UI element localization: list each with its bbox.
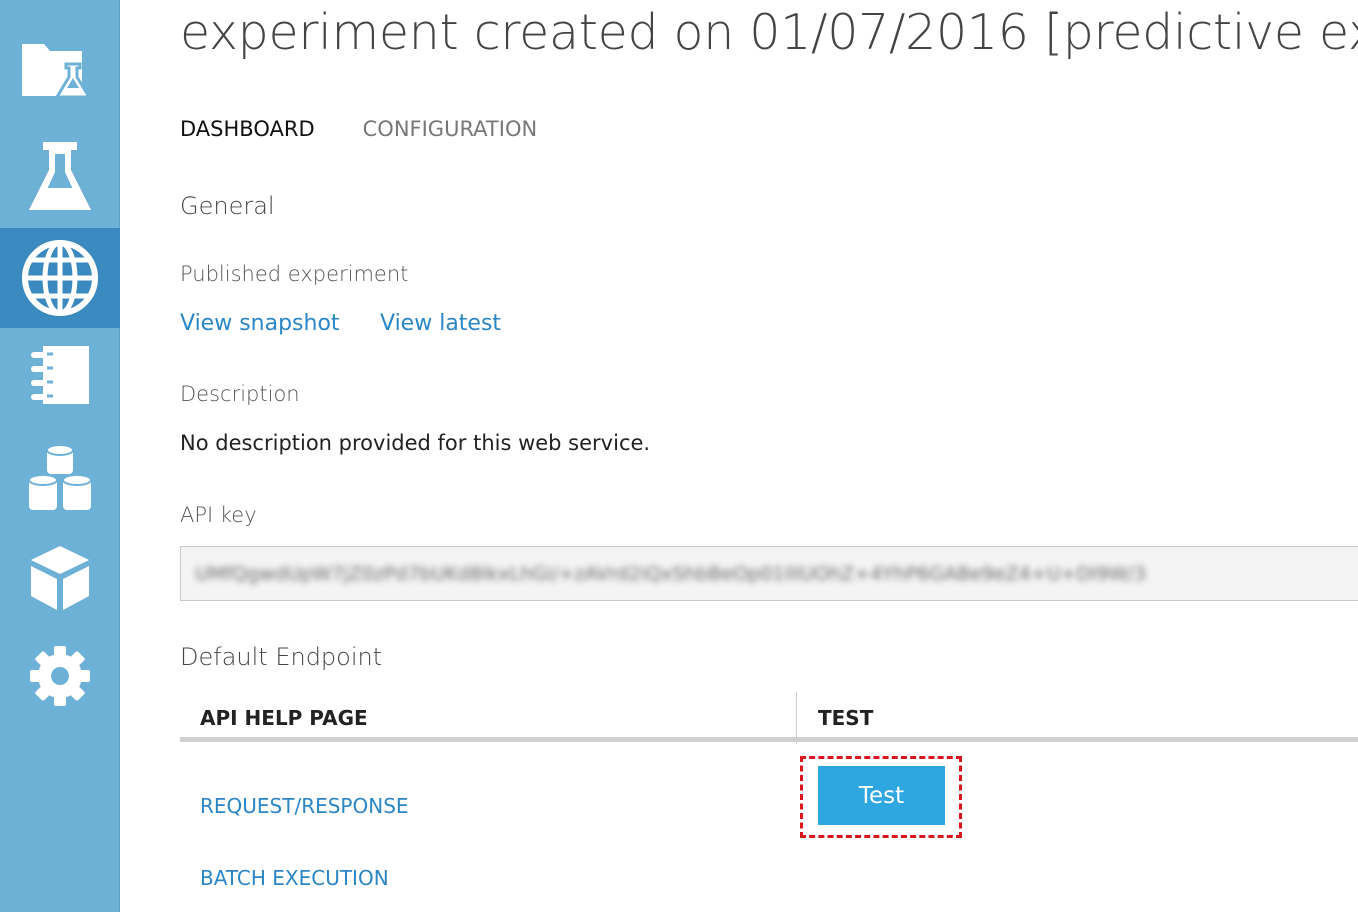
description-label: Description [180,382,300,406]
page-title: experiment created on 01/07/2016 [predic… [180,4,1358,61]
test-column-header: TEST [818,706,874,730]
tab-dashboard[interactable]: DASHBOARD [180,117,315,141]
app-window: experiment created on 01/07/2016 [predic… [0,0,1358,912]
published-experiment-label: Published experiment [180,262,409,286]
cube-icon [31,546,89,610]
notebook-icon [31,346,89,404]
sidebar-item-web-services[interactable] [0,228,120,328]
general-section-title: General [180,192,275,220]
request-response-link[interactable]: REQUEST/RESPONSE [200,794,409,818]
globe-icon [22,240,98,316]
sidebar-item-settings[interactable] [0,626,120,726]
api-key-value: UMfQgwdUpW7jZ0zPd7bUKd8lkxLhGi/+zAVrd2iQ… [195,562,1147,585]
api-key-field[interactable]: UMfQgwdUpW7jZ0zPd7bUKd8lkxLhGi/+zAVrd2iQ… [180,546,1358,601]
view-latest-link[interactable]: View latest [380,311,501,336]
tab-bar: DASHBOARD CONFIGURATION [180,117,585,141]
experiment-folder-icon [22,44,92,99]
api-help-page-header: API HELP PAGE [200,706,368,730]
tab-configuration[interactable]: CONFIGURATION [363,117,538,141]
endpoint-table: API HELP PAGE TEST REQUEST/RESPONSE BATC… [180,692,1358,890]
datasets-icon [28,444,92,510]
sidebar [0,0,120,912]
sidebar-item-models[interactable] [0,528,120,628]
test-button[interactable]: Test [818,766,945,825]
flask-icon [29,142,91,210]
api-key-label: API key [180,503,257,527]
sidebar-item-flask[interactable] [0,128,120,228]
batch-execution-link[interactable]: BATCH EXECUTION [200,866,389,890]
column-divider [796,692,797,744]
description-text: No description provided for this web ser… [180,431,651,455]
sidebar-item-experiments[interactable] [0,18,120,118]
main-content: experiment created on 01/07/2016 [predic… [120,0,1358,912]
gear-icon [30,646,90,706]
default-endpoint-title: Default Endpoint [180,643,383,671]
sidebar-item-datasets[interactable] [0,428,120,528]
sidebar-item-notebooks[interactable] [0,326,120,426]
endpoint-table-header: API HELP PAGE TEST [180,692,1358,744]
view-snapshot-link[interactable]: View snapshot [180,311,340,336]
